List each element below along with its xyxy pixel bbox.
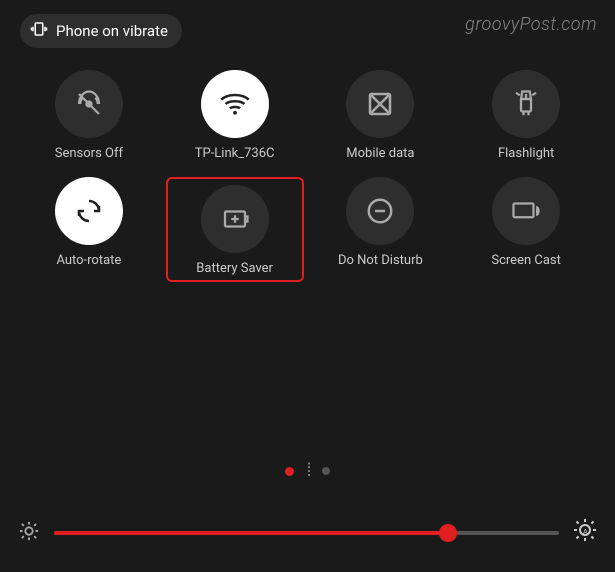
brightness-max-icon: A [573, 518, 597, 548]
tile-battery-saver-circle [201, 185, 269, 253]
tile-auto-rotate-label: Auto-rotate [56, 253, 121, 268]
tile-battery-saver[interactable]: Battery Saver [166, 177, 304, 282]
tile-sensors-off-circle [55, 70, 123, 138]
tile-dnd-circle [346, 177, 414, 245]
dots-separator: ⁞ [306, 462, 311, 480]
brightness-slider[interactable] [54, 531, 559, 535]
brightness-thumb[interactable] [439, 524, 457, 542]
brightness-fill [54, 531, 448, 535]
tile-mobile-data-label: Mobile data [346, 146, 414, 161]
status-pill-label: Phone on vibrate [56, 22, 168, 40]
tile-flashlight-circle [492, 70, 560, 138]
brightness-row: A [18, 518, 597, 548]
tile-auto-rotate[interactable]: Auto-rotate [20, 177, 158, 282]
tile-battery-saver-label: Battery Saver [196, 261, 273, 276]
tile-sensors-off-label: Sensors Off [55, 146, 123, 161]
watermark: groovyPost.com [465, 14, 597, 35]
tile-tp-link-label: TP-Link_736C [195, 146, 275, 161]
tile-flashlight-label: Flashlight [498, 146, 554, 161]
page-dots: ⁞ [0, 462, 615, 480]
tile-dnd-label: Do Not Disturb [338, 253, 423, 268]
brightness-min-icon [18, 520, 40, 547]
tile-mobile-data-circle [346, 70, 414, 138]
tile-screen-cast-label: Screen Cast [491, 253, 561, 268]
vibrate-icon [30, 20, 48, 42]
status-pill: Phone on vibrate [20, 14, 182, 48]
tile-screen-cast[interactable]: Screen Cast [457, 177, 595, 282]
tile-screen-cast-circle [492, 177, 560, 245]
tile-tp-link[interactable]: TP-Link_736C [166, 70, 304, 161]
svg-text:A: A [583, 529, 588, 536]
tile-sensors-off[interactable]: Sensors Off [20, 70, 158, 161]
tile-tp-link-circle [201, 70, 269, 138]
dot-2 [322, 467, 330, 475]
tile-flashlight[interactable]: Flashlight [457, 70, 595, 161]
dot-1 [285, 467, 294, 476]
tile-auto-rotate-circle [55, 177, 123, 245]
quick-settings-grid: Sensors Off TP-Link_736C Mobile data [0, 60, 615, 292]
tile-dnd[interactable]: Do Not Disturb [312, 177, 450, 282]
tile-mobile-data[interactable]: Mobile data [312, 70, 450, 161]
